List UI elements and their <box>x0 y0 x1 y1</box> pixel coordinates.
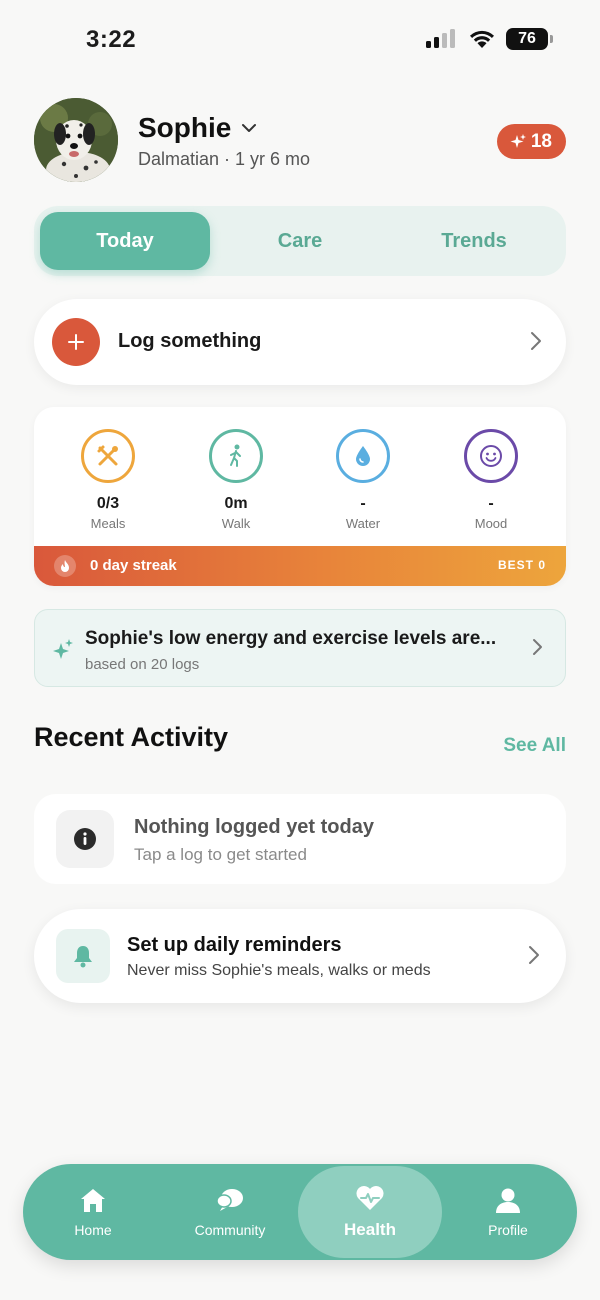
streak-bar[interactable]: 0 day streak BEST 0 <box>34 546 566 586</box>
fork-knife-icon <box>81 429 135 483</box>
pet-header: Sophie Dalmatian · 1 yr 6 mo 18 <box>34 98 566 184</box>
chevron-right-icon <box>533 639 542 655</box>
segmented-tabs: Today Care Trends <box>34 206 566 276</box>
points-value: 18 <box>530 130 552 152</box>
mood-value: - <box>488 495 494 512</box>
pet-avatar[interactable] <box>34 98 118 182</box>
empty-activity-card: Nothing logged yet today Tap a log to ge… <box>34 794 566 884</box>
wifi-icon <box>470 30 494 48</box>
empty-title: Nothing logged yet today <box>134 816 374 838</box>
cellular-signal-icon <box>426 29 455 48</box>
reminders-title: Set up daily reminders <box>127 934 342 956</box>
tab-trends[interactable]: Trends <box>389 212 559 270</box>
pet-switcher[interactable]: Sophie <box>138 112 257 144</box>
bottom-nav: Home Community Health Profile <box>23 1164 577 1260</box>
nav-home-label: Home <box>74 1222 112 1238</box>
recent-activity-heading: Recent Activity <box>34 722 229 752</box>
battery-indicator: 76 <box>506 28 553 50</box>
meals-label: Meals <box>90 516 126 531</box>
meals-value: 0/3 <box>96 495 120 512</box>
metric-meals[interactable]: 0/3 Meals <box>53 429 163 531</box>
nav-health[interactable]: Health <box>298 1166 442 1258</box>
walking-person-icon <box>209 429 263 483</box>
chevron-right-icon <box>531 332 541 350</box>
insight-title: Sophie's low energy and exercise levels … <box>85 628 497 649</box>
chevron-right-icon <box>529 946 539 964</box>
reminders-subtitle: Never miss Sophie's meals, walks or meds <box>127 962 431 979</box>
plus-icon <box>52 318 100 366</box>
walk-value: 0m <box>224 495 248 512</box>
home-icon <box>81 1189 105 1212</box>
dog-photo <box>34 98 118 182</box>
tab-today[interactable]: Today <box>40 212 210 270</box>
chevron-down-icon <box>242 124 257 132</box>
bell-icon <box>56 929 110 983</box>
heart-pulse-icon <box>356 1186 384 1210</box>
nav-health-label: Health <box>344 1220 396 1239</box>
streak-best: BEST 0 <box>497 558 546 572</box>
flame-icon <box>54 555 76 577</box>
streak-text: 0 day streak <box>90 557 177 574</box>
points-badge[interactable]: 18 <box>496 124 566 159</box>
log-something-button[interactable]: Log something <box>34 299 566 385</box>
nav-community[interactable]: Community <box>160 1164 300 1260</box>
water-drop-icon <box>336 429 390 483</box>
nav-profile[interactable]: Profile <box>438 1164 578 1260</box>
status-time: 3:22 <box>86 26 137 53</box>
daily-metrics-card: 0/3 Meals 0m Walk - Water - Mood 0 day s… <box>34 407 566 586</box>
status-icons: 76 <box>426 28 553 50</box>
metric-walk[interactable]: 0m Walk <box>181 429 291 531</box>
status-bar: 3:22 76 <box>0 0 600 80</box>
empty-subtitle: Tap a log to get started <box>134 845 307 864</box>
person-icon <box>496 1188 520 1213</box>
insight-subtitle: based on 20 logs <box>85 656 200 673</box>
info-icon <box>56 810 114 868</box>
sparkle-icon <box>510 133 526 148</box>
tab-care[interactable]: Care <box>215 212 385 270</box>
see-all-link[interactable]: See All <box>503 735 566 757</box>
log-something-label: Log something <box>118 330 262 352</box>
metric-water[interactable]: - Water <box>308 429 418 531</box>
water-label: Water <box>345 516 381 531</box>
pet-name: Sophie <box>138 112 232 143</box>
water-value: - <box>360 495 366 512</box>
metric-mood[interactable]: - Mood <box>436 429 546 531</box>
reminders-card[interactable]: Set up daily reminders Never miss Sophie… <box>34 909 566 1003</box>
smiley-icon <box>464 429 518 483</box>
nav-community-label: Community <box>194 1222 266 1238</box>
pet-breed-age: Dalmatian · 1 yr 6 mo <box>138 149 311 169</box>
chat-bubbles-icon <box>216 1189 243 1211</box>
insight-card[interactable]: Sophie's low energy and exercise levels … <box>34 609 566 687</box>
sparkle-icon <box>53 639 73 659</box>
mood-label: Mood <box>474 516 508 531</box>
nav-home[interactable]: Home <box>23 1164 163 1260</box>
walk-label: Walk <box>221 516 251 531</box>
nav-profile-label: Profile <box>488 1222 528 1238</box>
